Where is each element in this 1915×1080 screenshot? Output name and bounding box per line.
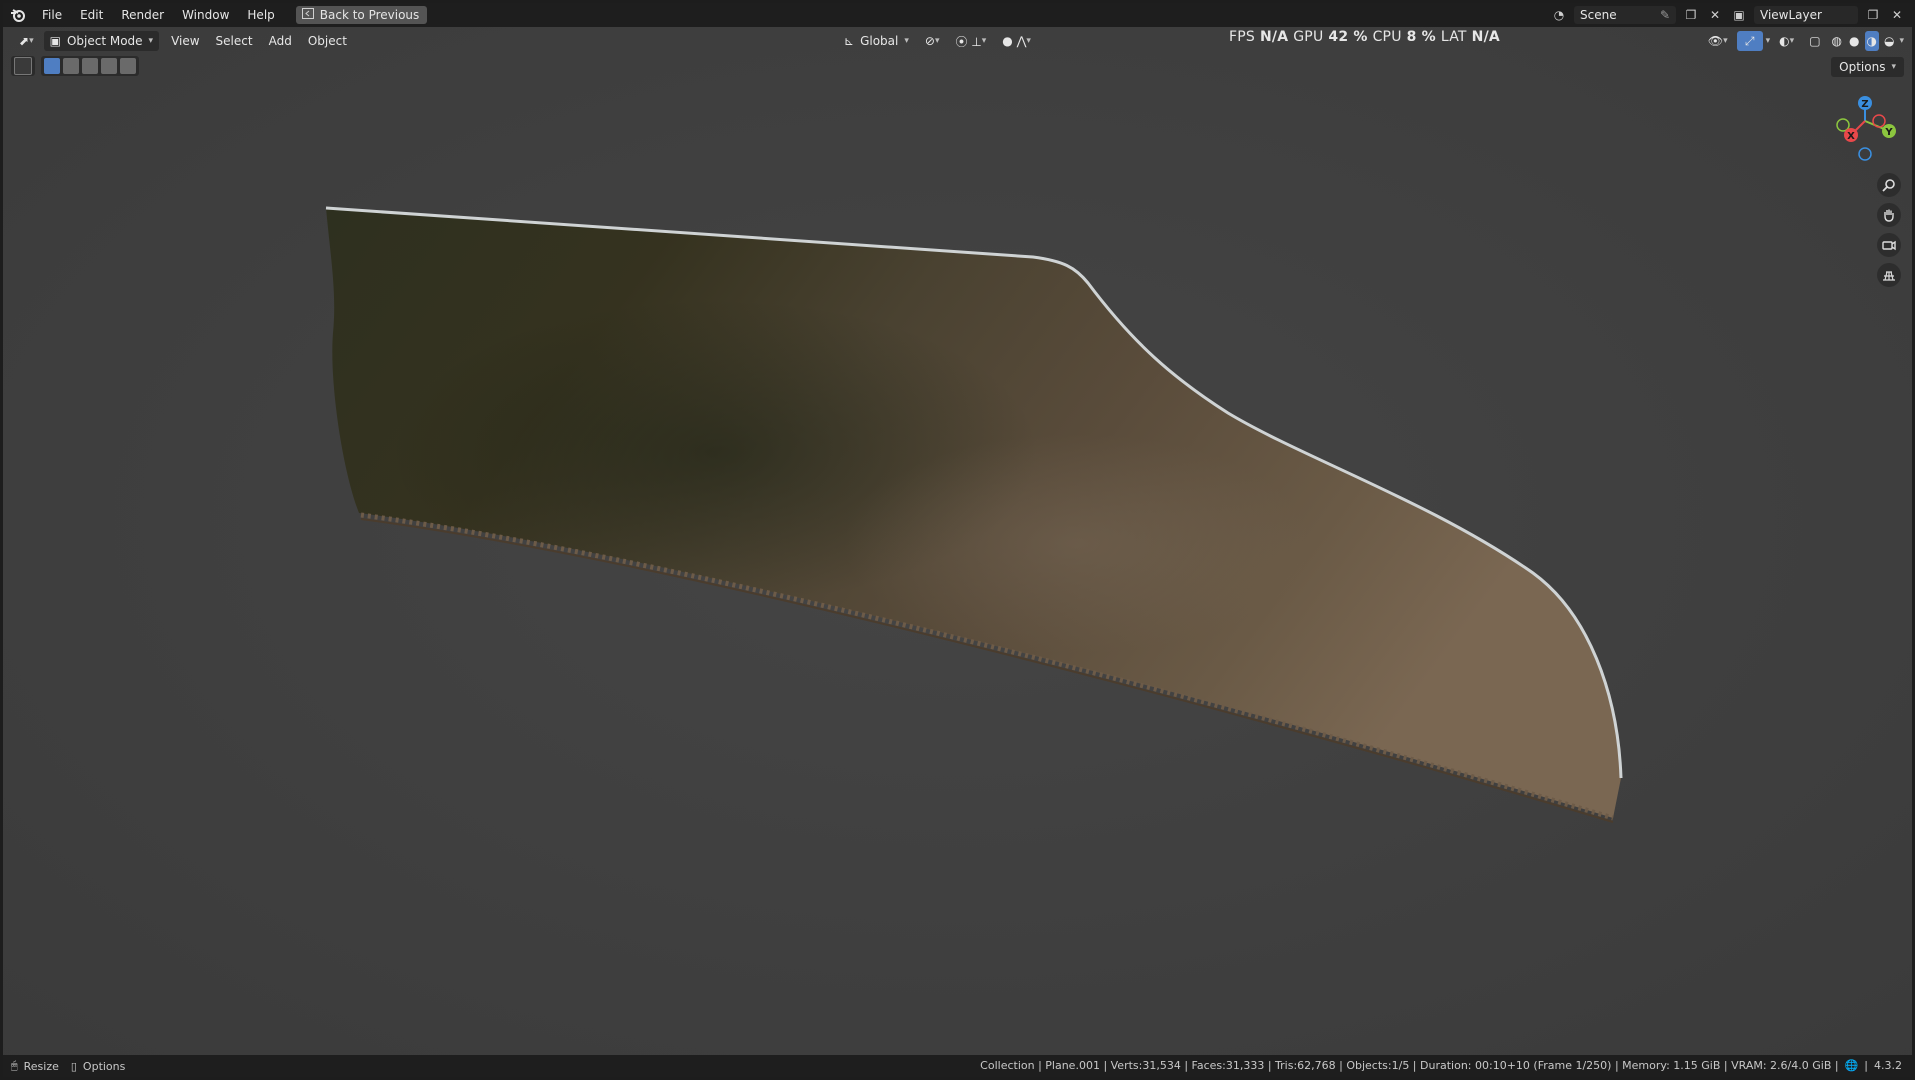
camera-icon[interactable] <box>1877 233 1901 257</box>
scene-statistics: Collection | Plane.001 | Verts:31,534 | … <box>980 1059 1839 1072</box>
menu-view[interactable]: View <box>165 31 205 51</box>
select-new-icon[interactable] <box>44 58 60 74</box>
3d-viewport[interactable] <box>3 3 1912 1077</box>
chevron-down-icon: ▾ <box>148 36 154 46</box>
chevron-down-icon: ▾ <box>1891 62 1896 72</box>
globe-icon: 🌐 <box>1844 1059 1859 1072</box>
mode-dropdown[interactable]: ▣ Object Mode ▾ <box>43 31 160 51</box>
select-mode-box <box>41 56 139 76</box>
lat-value: N/A <box>1471 29 1500 45</box>
select-tool-icon[interactable] <box>14 57 32 75</box>
scene-name: Scene <box>1580 8 1617 22</box>
remove-view-layer-icon[interactable]: ✕ <box>1888 6 1906 24</box>
performance-stats: FPS N/A GPU 42 % CPU 8 % LAT N/A <box>1229 29 1500 45</box>
axis-neg-x-icon[interactable] <box>1872 114 1886 128</box>
pin-icon[interactable]: ✎ <box>1660 8 1670 22</box>
fps-label: FPS <box>1229 29 1255 45</box>
shading-wireframe-icon[interactable]: ◍ <box>1830 31 1844 51</box>
remove-scene-icon[interactable]: ✕ <box>1706 6 1724 24</box>
back-to-previous-label: Back to Previous <box>319 8 420 22</box>
transform-tools: ⊾ Global ▾ ⊘ ▾ ⦿ ⊥ ▾ ● ⋀ ▾ <box>838 31 1037 51</box>
menu-window[interactable]: Window <box>173 3 238 27</box>
lat-label: LAT <box>1440 29 1467 45</box>
fps-value: N/A <box>1259 29 1289 45</box>
menu-help[interactable]: Help <box>238 3 283 27</box>
visibility-icon[interactable]: 👁 ▾ <box>1702 31 1734 51</box>
menu-select[interactable]: Select <box>210 31 259 51</box>
shading-rendered-icon[interactable]: ◒ <box>1882 31 1896 51</box>
object-mode-icon: ▣ <box>49 34 61 48</box>
blender-logo-icon[interactable] <box>3 3 33 27</box>
mouse-icon: 🖱 <box>11 1059 18 1072</box>
blender-window: File Edit Render Window Help Back to Pre… <box>3 3 1912 1077</box>
active-tool-box[interactable] <box>11 56 35 76</box>
cpu-value: 8 % <box>1406 29 1436 45</box>
grid-icon[interactable] <box>1877 263 1901 287</box>
view-layer-selector[interactable]: ViewLayer <box>1754 6 1858 24</box>
menu-add[interactable]: Add <box>263 31 298 51</box>
select-extend-icon[interactable] <box>63 58 79 74</box>
viewport-display-tools: 👁 ▾ ⤢ ▾ ◐ ▾ ▢ ◍ ● ◑ ◒ ▾ <box>1702 31 1904 51</box>
navigation-gizmo[interactable]: Z Y X <box>1825 91 1905 171</box>
axis-y-label: Y <box>1884 127 1893 138</box>
menu-object[interactable]: Object <box>302 31 353 51</box>
select-subtract-icon[interactable] <box>82 58 98 74</box>
back-to-previous-button[interactable]: Back to Previous <box>295 6 428 24</box>
select-invert-icon[interactable] <box>101 58 117 74</box>
gpu-value: 42 % <box>1328 29 1368 45</box>
new-view-layer-icon[interactable]: ❐ <box>1864 6 1882 24</box>
gizmo-icon[interactable]: ⤢ <box>1736 31 1763 51</box>
proportional-icon[interactable]: ● ⋀ ▾ <box>996 31 1037 51</box>
scene-selector[interactable]: Scene ✎ <box>1574 6 1676 24</box>
editor-type-icon[interactable]: ⬈ ▾ <box>13 31 40 51</box>
hand-icon[interactable] <box>1877 203 1901 227</box>
orientation-label: Global <box>860 34 899 48</box>
axis-z-label: Z <box>1861 99 1868 110</box>
status-options: Options <box>82 1059 126 1073</box>
scene-controls: ◔ Scene ✎ ❐ ✕ ▣ ViewLayer ❐ ✕ <box>1550 6 1906 24</box>
menu-file[interactable]: File <box>33 3 71 27</box>
axis-neg-z-icon[interactable] <box>1858 147 1872 161</box>
orientation-dropdown[interactable]: ⊾ Global ▾ <box>838 31 915 51</box>
options-dropdown[interactable]: Options ▾ <box>1831 57 1904 77</box>
xray-icon[interactable]: ▢ <box>1803 31 1826 51</box>
viewport-header: ⬈ ▾ ▣ Object Mode ▾ View Select Add Objec… <box>3 27 1912 55</box>
scene-icon[interactable]: ◔ <box>1550 6 1568 24</box>
tool-settings <box>11 56 139 76</box>
orientation-icon: ⊾ <box>844 34 855 48</box>
back-icon <box>301 8 314 22</box>
snap-icon[interactable]: ⦿ ⊥ ▾ <box>949 31 992 51</box>
view-layer-name: ViewLayer <box>1760 8 1822 22</box>
status-resize: Resize <box>23 1059 59 1073</box>
overlay-icon[interactable]: ◐ ▾ <box>1773 31 1800 51</box>
zoom-icon[interactable] <box>1877 173 1901 197</box>
menu-edit[interactable]: Edit <box>71 3 112 27</box>
cpu-label: CPU <box>1372 29 1402 45</box>
mode-label: Object Mode <box>66 34 143 48</box>
version-label: 4.3.2 <box>1874 1059 1902 1072</box>
select-intersect-icon[interactable] <box>120 58 136 74</box>
mouse-icon: ▯ <box>70 1059 77 1073</box>
shading-solid-icon[interactable]: ● <box>1847 31 1861 51</box>
shading-material-icon[interactable]: ◑ <box>1864 31 1879 51</box>
gpu-label: GPU <box>1293 29 1324 45</box>
view-layer-icon[interactable]: ▣ <box>1730 6 1748 24</box>
options-label: Options <box>1839 60 1886 74</box>
status-bar: 🖱 Resize ▯ Options Collection | Plane.00… <box>3 1055 1912 1077</box>
axis-x-label: X <box>1847 131 1855 142</box>
top-menu-bar: File Edit Render Window Help Back to Pre… <box>3 3 1912 27</box>
new-scene-icon[interactable]: ❐ <box>1682 6 1700 24</box>
pivot-icon[interactable]: ⊘ ▾ <box>919 31 946 51</box>
menu-render[interactable]: Render <box>112 3 173 27</box>
